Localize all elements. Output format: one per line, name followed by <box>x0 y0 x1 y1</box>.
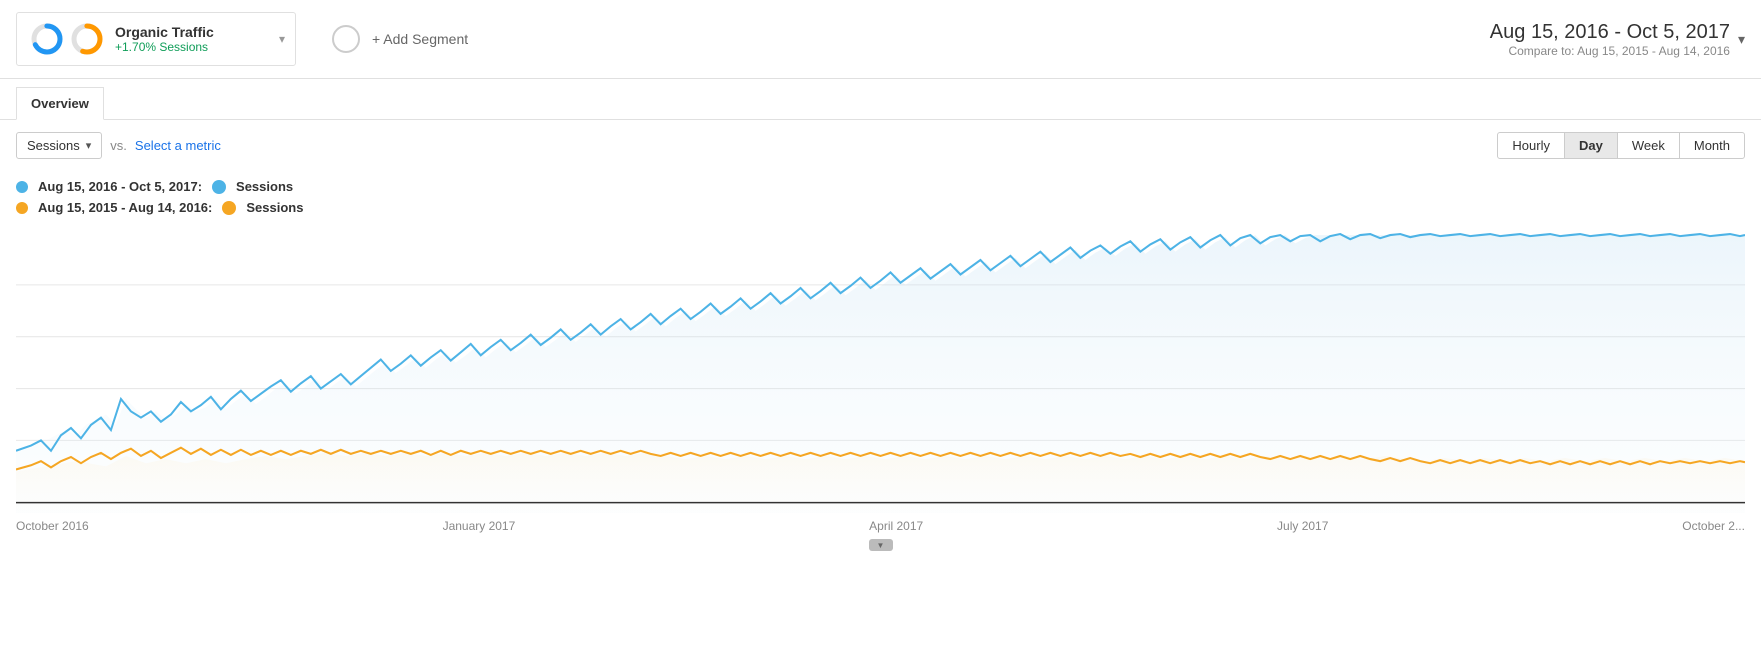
chart-container <box>0 233 1761 513</box>
add-segment-circle-icon <box>328 21 364 57</box>
x-label-jan2017: January 2017 <box>443 519 516 533</box>
metric-label: Sessions <box>27 138 80 153</box>
controls-bar: Sessions ▾ vs. Select a metric Hourly Da… <box>0 120 1761 171</box>
x-label-oct2: October 2... <box>1682 519 1745 533</box>
date-range-info: Aug 15, 2016 - Oct 5, 2017 Compare to: A… <box>1490 21 1730 58</box>
tab-overview[interactable]: Overview <box>16 87 104 120</box>
segment-icons <box>29 21 105 57</box>
chart-svg <box>16 233 1745 513</box>
legend-date-1: Aug 15, 2016 - Oct 5, 2017: <box>38 179 202 194</box>
x-axis-labels: October 2016 January 2017 April 2017 Jul… <box>0 513 1761 533</box>
time-btn-day[interactable]: Day <box>1564 132 1618 159</box>
blue-donut-icon <box>29 21 65 57</box>
scrollbar-handle[interactable] <box>869 539 893 551</box>
date-range-compare: Compare to: Aug 15, 2015 - Aug 14, 2016 <box>1508 44 1730 58</box>
legend-date-2: Aug 15, 2015 - Aug 14, 2016: <box>38 200 212 215</box>
scrollbar-area <box>0 533 1761 557</box>
date-range[interactable]: Aug 15, 2016 - Oct 5, 2017 Compare to: A… <box>1490 21 1745 58</box>
metric-selector: Sessions ▾ vs. Select a metric <box>16 132 221 159</box>
orange-donut-icon <box>69 21 105 57</box>
vs-label: vs. <box>110 138 127 153</box>
legend-row-2: Aug 15, 2015 - Aug 14, 2016: Sessions <box>16 200 1745 215</box>
x-label-apr2017: April 2017 <box>869 519 923 533</box>
x-label-oct2016: October 2016 <box>16 519 89 533</box>
segment-chevron-icon: ▾ <box>279 32 285 46</box>
time-buttons: Hourly Day Week Month <box>1497 132 1745 159</box>
segment-info: Organic Traffic +1.70% Sessions <box>115 24 214 54</box>
compare-range: Aug 15, 2015 - Aug 14, 2016 <box>1577 44 1730 58</box>
time-btn-month[interactable]: Month <box>1679 132 1745 159</box>
add-segment-card[interactable]: + Add Segment <box>312 13 512 65</box>
date-range-chevron-icon: ▾ <box>1738 31 1745 48</box>
time-btn-week[interactable]: Week <box>1617 132 1680 159</box>
top-bar: Organic Traffic +1.70% Sessions ▾ + Add … <box>0 0 1761 79</box>
select-metric-link[interactable]: Select a metric <box>135 138 221 153</box>
date-range-main: Aug 15, 2016 - Oct 5, 2017 <box>1490 21 1730 44</box>
legend-dot-orange-inline <box>222 201 236 215</box>
segment-stat: +1.70% Sessions <box>115 40 214 54</box>
legend-dot-orange <box>16 202 28 214</box>
compare-label: Compare to: <box>1508 44 1574 58</box>
segment-name: Organic Traffic <box>115 24 214 40</box>
legend-dot-blue <box>16 181 28 193</box>
time-btn-hourly[interactable]: Hourly <box>1497 132 1565 159</box>
legend-metric-1: Sessions <box>236 179 293 194</box>
tabs-bar: Overview <box>0 79 1761 120</box>
legend-row-1: Aug 15, 2016 - Oct 5, 2017: Sessions <box>16 179 1745 194</box>
legend-metric-2: Sessions <box>246 200 303 215</box>
segment-card[interactable]: Organic Traffic +1.70% Sessions ▾ <box>16 12 296 66</box>
metric-dropdown[interactable]: Sessions ▾ <box>16 132 102 159</box>
metric-dropdown-arrow-icon: ▾ <box>86 139 92 152</box>
legend-area: Aug 15, 2016 - Oct 5, 2017: Sessions Aug… <box>0 171 1761 233</box>
add-segment-label: + Add Segment <box>372 31 468 47</box>
x-label-jul2017: July 2017 <box>1277 519 1328 533</box>
legend-dot-blue-inline <box>212 180 226 194</box>
